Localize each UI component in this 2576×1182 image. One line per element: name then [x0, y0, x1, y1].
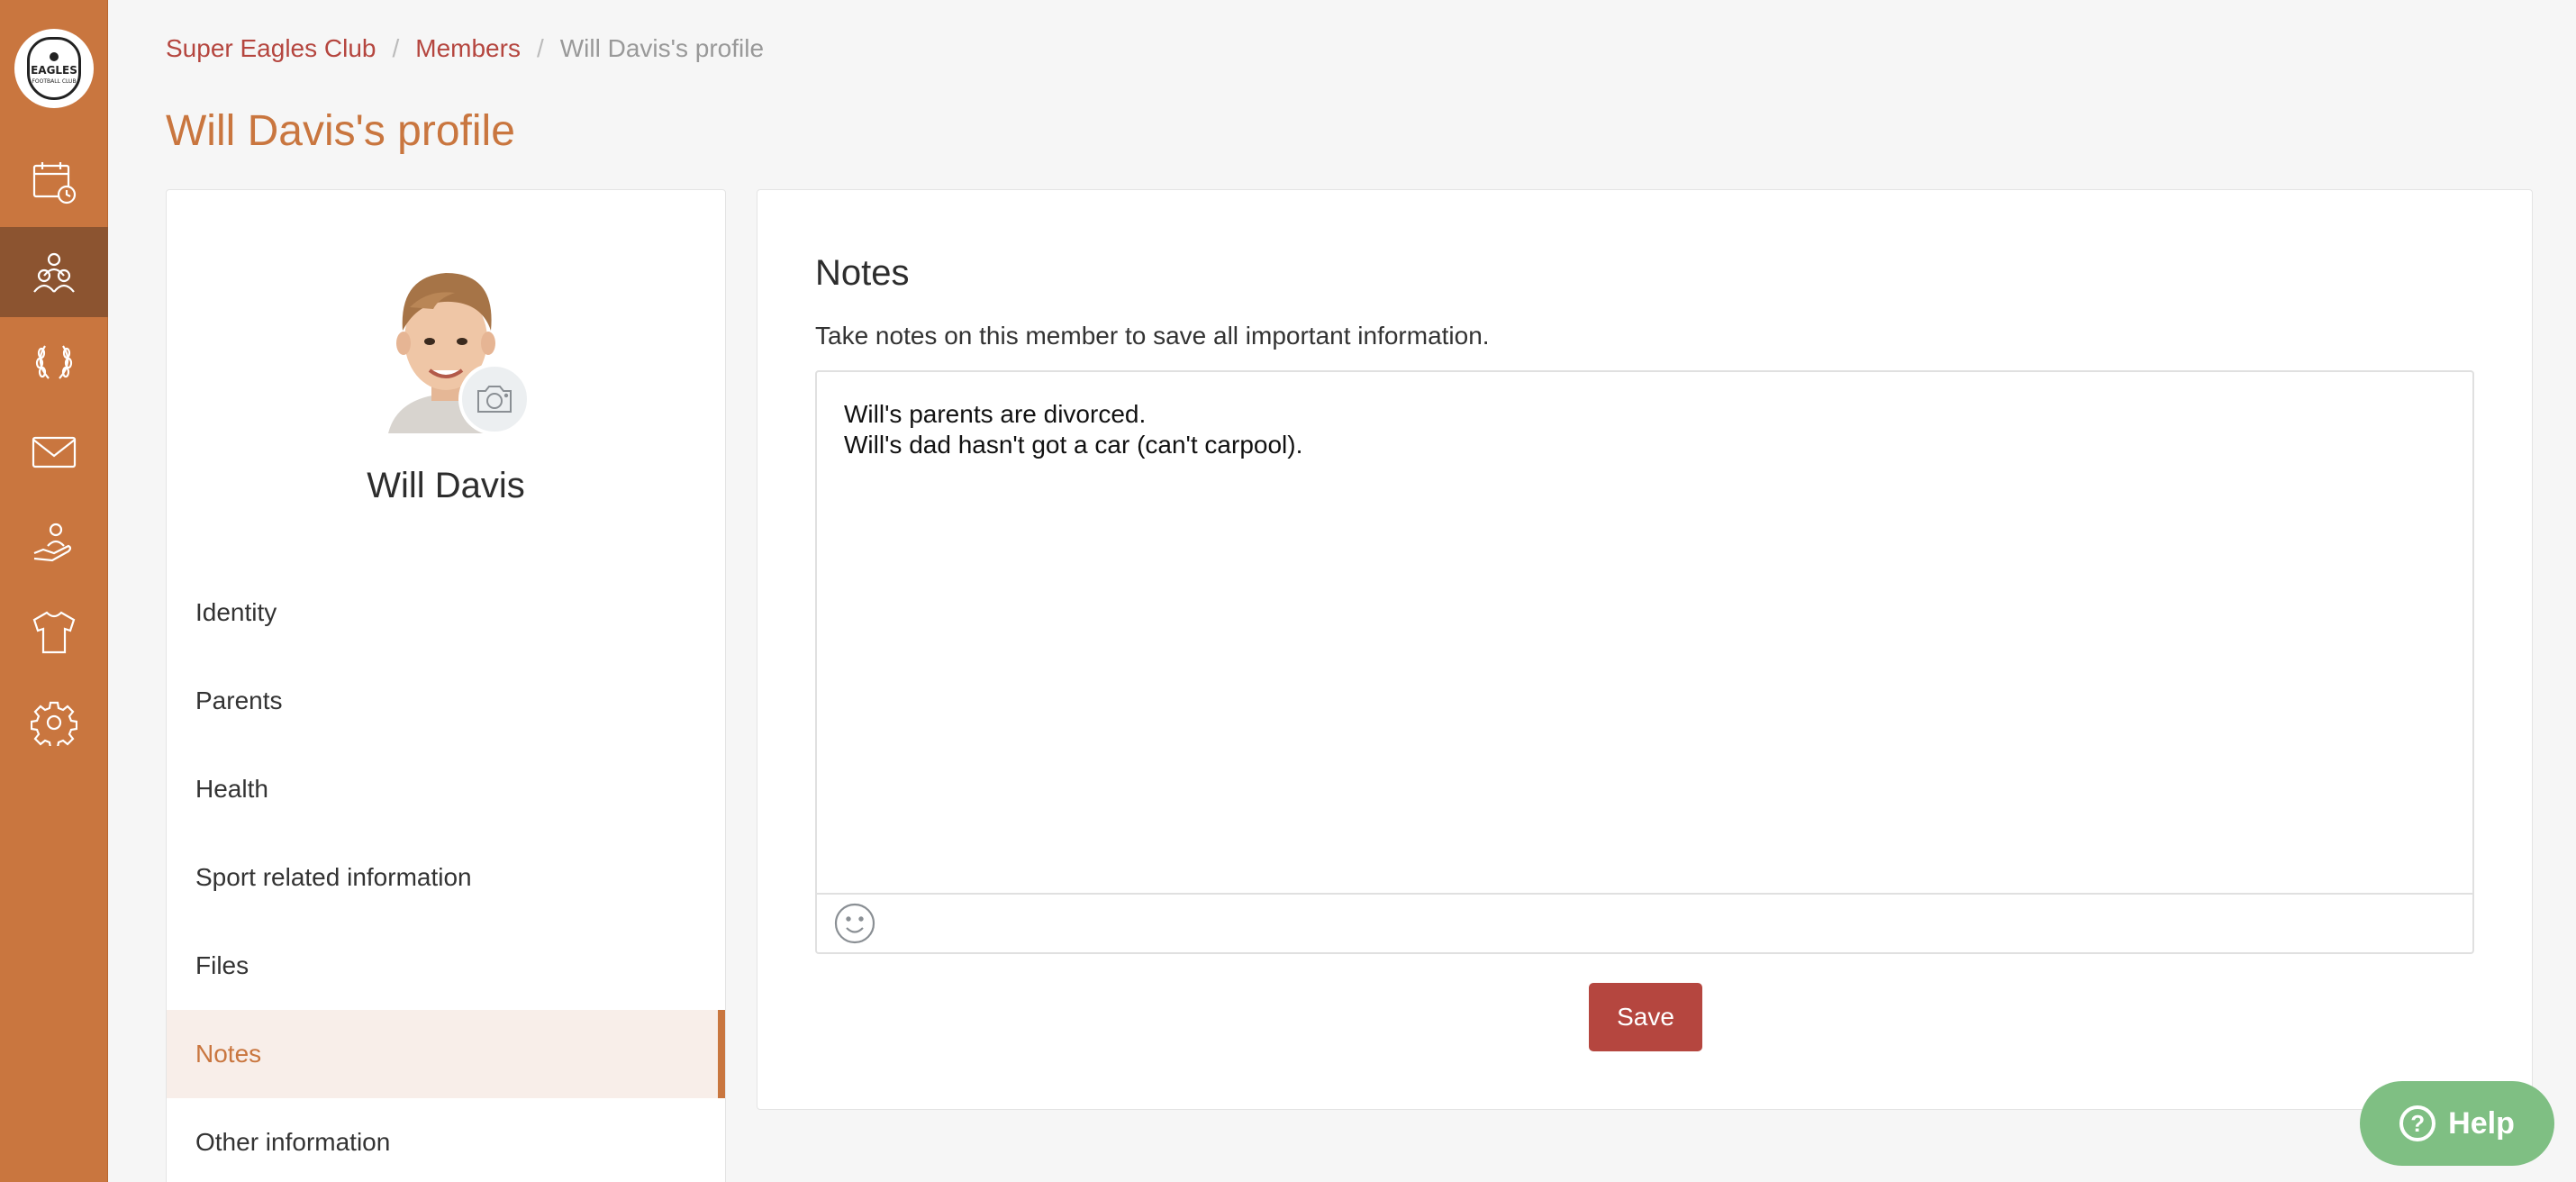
laurel-icon [35, 345, 73, 379]
breadcrumb-separator: / [392, 34, 400, 62]
help-label: Help [2448, 1105, 2515, 1141]
member-name: Will Davis [367, 466, 525, 505]
emoji-icon[interactable] [833, 902, 876, 945]
menu-item-other-info[interactable]: Other information [167, 1098, 725, 1182]
save-button[interactable]: Save [1589, 983, 1702, 1051]
menu-item-parents[interactable]: Parents [167, 657, 725, 745]
club-logo-text: EAGLES [31, 64, 77, 77]
breadcrumb-current: Will Davis's profile [559, 34, 765, 62]
profile-card: Will Davis Identity Parents Health Sport… [166, 189, 726, 1182]
breadcrumb: Super Eagles Club / Members / Will Davis… [166, 34, 764, 63]
question-icon: ? [2399, 1105, 2436, 1141]
help-button[interactable]: ? Help [2360, 1081, 2554, 1166]
menu-item-files[interactable]: Files [167, 922, 725, 1010]
sidebar-item-settings[interactable] [0, 677, 108, 768]
notes-line: Will's parents are divorced. [844, 400, 1147, 428]
menu-item-identity[interactable]: Identity [167, 568, 725, 657]
sidebar: EAGLES FOOTBALL CLUB [0, 0, 108, 1182]
shirt-icon [32, 611, 76, 654]
breadcrumb-members-link[interactable]: Members [415, 34, 521, 63]
club-logo-badge: EAGLES FOOTBALL CLUB [27, 37, 81, 100]
notes-description: Take notes on this member to save all im… [815, 322, 1490, 350]
page-title: Will Davis's profile [166, 107, 515, 155]
ball-icon [50, 52, 59, 61]
editor-toolbar [817, 895, 2472, 952]
club-logo[interactable]: EAGLES FOOTBALL CLUB [14, 29, 94, 108]
menu-item-notes[interactable]: Notes [167, 1010, 725, 1098]
menu-item-health[interactable]: Health [167, 745, 725, 833]
sidebar-item-messages[interactable] [0, 407, 108, 497]
sidebar-item-awards[interactable] [0, 317, 108, 407]
gear-icon [31, 701, 77, 746]
mail-icon [32, 436, 77, 468]
sidebar-item-donations[interactable] [0, 497, 108, 587]
calendar-icon [32, 162, 77, 205]
change-photo-button[interactable] [458, 363, 531, 435]
camera-icon [477, 386, 512, 413]
breadcrumb-separator: / [536, 34, 544, 62]
sidebar-item-equipment[interactable] [0, 587, 108, 677]
club-logo-subtext: FOOTBALL CLUB [32, 78, 77, 85]
notes-textarea[interactable]: Will's parents are divorced. Will's dad … [817, 372, 2472, 895]
sidebar-item-calendar[interactable] [0, 137, 108, 227]
breadcrumb-club-link[interactable]: Super Eagles Club [166, 34, 376, 63]
notes-title: Notes [815, 253, 910, 293]
notes-line: Will's dad hasn't got a car (can't carpo… [844, 431, 1303, 459]
sidebar-item-members[interactable] [0, 227, 108, 317]
profile-menu: Identity Parents Health Sport related in… [167, 568, 725, 1182]
donation-icon [33, 523, 72, 562]
notes-editor: Will's parents are divorced. Will's dad … [815, 370, 2474, 954]
members-icon [33, 252, 75, 293]
menu-item-sport-info[interactable]: Sport related information [167, 833, 725, 922]
notes-card: Notes Take notes on this member to save … [757, 189, 2533, 1110]
